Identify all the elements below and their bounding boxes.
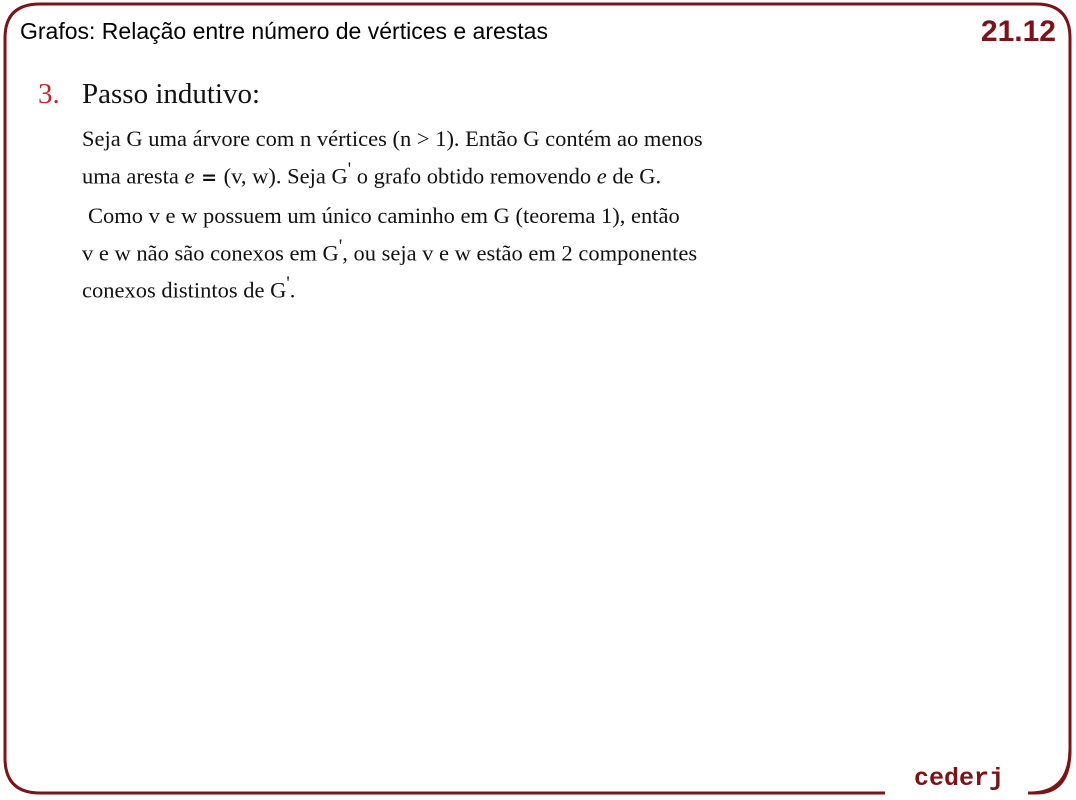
paragraph-2-line-2: v e w não são conexos em G', ou seja v e… <box>82 231 1038 269</box>
section-heading: 3. Passo indutivo: <box>38 78 1038 111</box>
slide-title: Grafos: Relação entre número de vértices… <box>20 18 548 44</box>
paragraph-2-line-3: conexos distintos de G'. <box>82 268 1038 306</box>
text-segment: (v, w). Seja G <box>223 163 348 189</box>
slide-number: 21.12 <box>980 15 1056 48</box>
math-edge-e: e <box>184 163 195 189</box>
paragraph-1-line-1: Seja G uma árvore com n vértices (n > 1)… <box>82 126 703 151</box>
equals-sign: = <box>194 166 224 189</box>
paragraph-1: Seja G uma árvore com n vértices (n > 1)… <box>38 123 1038 194</box>
text-segment: v e w não são conexos em G <box>82 240 339 265</box>
paragraph-2-line-1: Como v e w possuem um único caminho em G… <box>88 202 680 228</box>
text-segment: de G. <box>606 163 662 189</box>
section-number: 3. <box>38 78 60 110</box>
text-segment: o grafo obtido removendo <box>351 163 597 189</box>
text-segment: , ou seja v e w estão em 2 componentes <box>342 240 698 265</box>
content-section: 3. Passo indutivo: Seja G uma árvore com … <box>38 78 1038 312</box>
cederj-logo: cederj <box>913 764 1004 793</box>
text-segment: . <box>289 277 296 303</box>
section-heading-text: Passo indutivo: <box>82 78 261 110</box>
paragraph-2: Como v e w possuem um único caminho em G… <box>38 200 1038 306</box>
text-segment: conexos distintos de G <box>82 277 287 303</box>
text-segment: uma aresta <box>82 163 185 189</box>
paragraph-1-line-2: uma aresta e = (v, w). Seja G' o grafo o… <box>82 154 1038 194</box>
math-edge-e: e <box>596 163 607 189</box>
